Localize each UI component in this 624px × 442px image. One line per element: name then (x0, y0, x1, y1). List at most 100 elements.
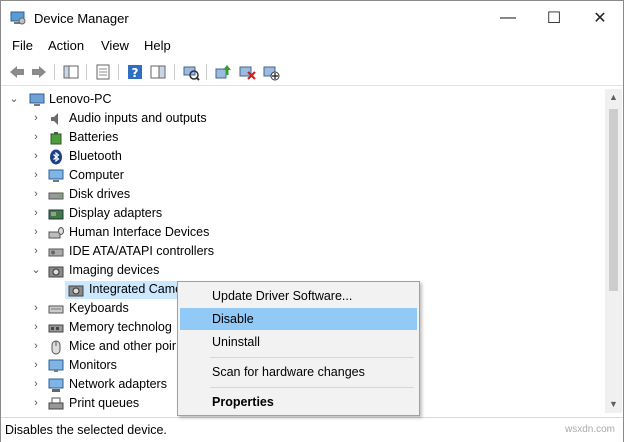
tree-item-label: Monitors (69, 358, 117, 372)
scroll-down-icon[interactable]: ▼ (605, 396, 622, 413)
collapsed-chevron-icon[interactable]: › (31, 188, 41, 200)
menu-view[interactable]: View (101, 38, 129, 53)
tree-item-label: IDE ATA/ATAPI controllers (69, 244, 214, 258)
disk-drive-icon (48, 187, 64, 203)
speaker-icon (48, 111, 64, 127)
context-menu-item-label: Properties (212, 395, 274, 409)
tree-item-label: Mice and other poir (69, 339, 177, 353)
keyboard-icon (48, 301, 64, 317)
collapsed-chevron-icon[interactable]: › (31, 302, 41, 314)
bluetooth-icon (48, 149, 64, 165)
toolbar-separator (86, 64, 87, 80)
device-manager-app-icon (10, 11, 26, 25)
tree-root-row[interactable]: ⌄ Lenovo-PC (1, 91, 601, 109)
menu-action[interactable]: Action (48, 38, 84, 53)
collapsed-chevron-icon[interactable]: › (31, 321, 41, 333)
close-button[interactable]: ✕ (577, 1, 623, 35)
context-menu-item-label: Uninstall (212, 335, 260, 349)
vertical-scrollbar[interactable]: ▲ ▼ (605, 89, 622, 413)
collapsed-chevron-icon[interactable]: › (31, 150, 41, 162)
context-menu: Update Driver Software... Disable Uninst… (177, 281, 420, 416)
tree-item-label: Integrated Came (89, 282, 183, 296)
computer-icon (29, 92, 45, 108)
ide-controller-icon (48, 244, 64, 260)
toolbar-separator (206, 64, 207, 80)
mouse-icon (48, 339, 64, 355)
maximize-icon: ☐ (546, 10, 562, 27)
tree-item-bluetooth[interactable]: › Bluetooth (1, 148, 601, 166)
minimize-button[interactable]: — (485, 1, 531, 35)
show-hide-console-tree-icon[interactable] (62, 63, 80, 81)
collapsed-chevron-icon[interactable]: › (31, 226, 41, 238)
tree-item-audio[interactable]: › Audio inputs and outputs (1, 110, 601, 128)
collapsed-chevron-icon[interactable]: › (31, 131, 41, 143)
menu-help[interactable]: Help (144, 38, 171, 53)
context-menu-item-label: Scan for hardware changes (212, 365, 365, 379)
toolbar-separator (54, 64, 55, 80)
network-icon (48, 377, 64, 393)
scroll-up-icon[interactable]: ▲ (605, 89, 622, 106)
window-title: Device Manager (34, 11, 129, 26)
watermark-text: wsxdn.com (564, 424, 615, 435)
memory-icon (48, 320, 64, 336)
collapsed-chevron-icon[interactable]: › (31, 378, 41, 390)
help-icon[interactable]: ? (126, 63, 144, 81)
context-menu-uninstall[interactable]: Uninstall (180, 331, 417, 353)
tree-item-label: Display adapters (69, 206, 163, 220)
context-menu-scan-hardware[interactable]: Scan for hardware changes (180, 361, 417, 383)
battery-icon (48, 130, 64, 146)
collapsed-chevron-icon[interactable]: › (31, 207, 41, 219)
collapsed-chevron-icon[interactable]: › (31, 245, 41, 257)
forward-icon[interactable] (30, 63, 48, 81)
collapsed-chevron-icon[interactable]: › (31, 169, 41, 181)
context-menu-disable[interactable]: Disable (180, 308, 417, 330)
tree-item-hid[interactable]: › Human Interface Devices (1, 224, 601, 242)
toolbar-separator (174, 64, 175, 80)
context-menu-separator (210, 357, 414, 358)
close-icon: ✕ (593, 10, 607, 27)
camera-icon (68, 282, 84, 298)
display-adapter-icon (48, 206, 64, 222)
device-manager-window: Device Manager — ☐ ✕ File Action View He… (0, 0, 624, 442)
expanded-chevron-icon[interactable]: ⌄ (31, 264, 41, 276)
menu-file[interactable]: File (12, 38, 33, 53)
context-menu-update-driver[interactable]: Update Driver Software... (180, 285, 417, 307)
tree-item-computer[interactable]: › Computer (1, 167, 601, 185)
collapsed-chevron-icon[interactable]: › (31, 359, 41, 371)
back-icon[interactable] (8, 63, 26, 81)
context-menu-item-label: Update Driver Software... (212, 289, 353, 303)
tree-item-batteries[interactable]: › Batteries (1, 129, 601, 147)
expanded-chevron-icon[interactable]: ⌄ (9, 93, 19, 105)
properties-sheet-icon[interactable] (94, 63, 112, 81)
title-bar[interactable]: Device Manager — ☐ ✕ (1, 1, 623, 35)
toolbar: ? (1, 58, 623, 86)
tree-root-label: Lenovo-PC (49, 92, 112, 106)
scan-hardware-changes-icon[interactable] (182, 63, 200, 81)
tree-item-imaging[interactable]: ⌄ Imaging devices (1, 262, 601, 280)
monitor-icon (48, 358, 64, 374)
collapsed-chevron-icon[interactable]: › (31, 340, 41, 352)
computer-icon (48, 168, 64, 184)
collapsed-chevron-icon[interactable]: › (31, 397, 41, 409)
scrollbar-thumb[interactable] (609, 109, 618, 291)
context-menu-properties[interactable]: Properties (180, 391, 417, 413)
tree-item-ide[interactable]: › IDE ATA/ATAPI controllers (1, 243, 601, 261)
tree-item-display-adapters[interactable]: › Display adapters (1, 205, 601, 223)
tree-item-label: Batteries (69, 130, 119, 144)
tree-item-label: Keyboards (69, 301, 129, 315)
status-text: Disables the selected device. (5, 423, 167, 437)
tree-item-label: Bluetooth (69, 149, 122, 163)
menu-bar: File Action View Help (1, 35, 623, 57)
action-pane-icon[interactable] (149, 63, 167, 81)
svg-text:?: ? (132, 66, 139, 80)
maximize-button[interactable]: ☐ (531, 1, 577, 35)
collapsed-chevron-icon[interactable]: › (31, 112, 41, 124)
tree-item-disk-drives[interactable]: › Disk drives (1, 186, 601, 204)
uninstall-device-icon[interactable] (238, 63, 256, 81)
disable-device-icon[interactable] (262, 63, 280, 81)
status-bar: Disables the selected device. wsxdn.com (1, 417, 623, 442)
tree-item-label: Computer (69, 168, 124, 182)
hid-icon (48, 225, 64, 241)
update-driver-icon[interactable] (214, 63, 232, 81)
tree-item-label: Disk drives (69, 187, 131, 201)
